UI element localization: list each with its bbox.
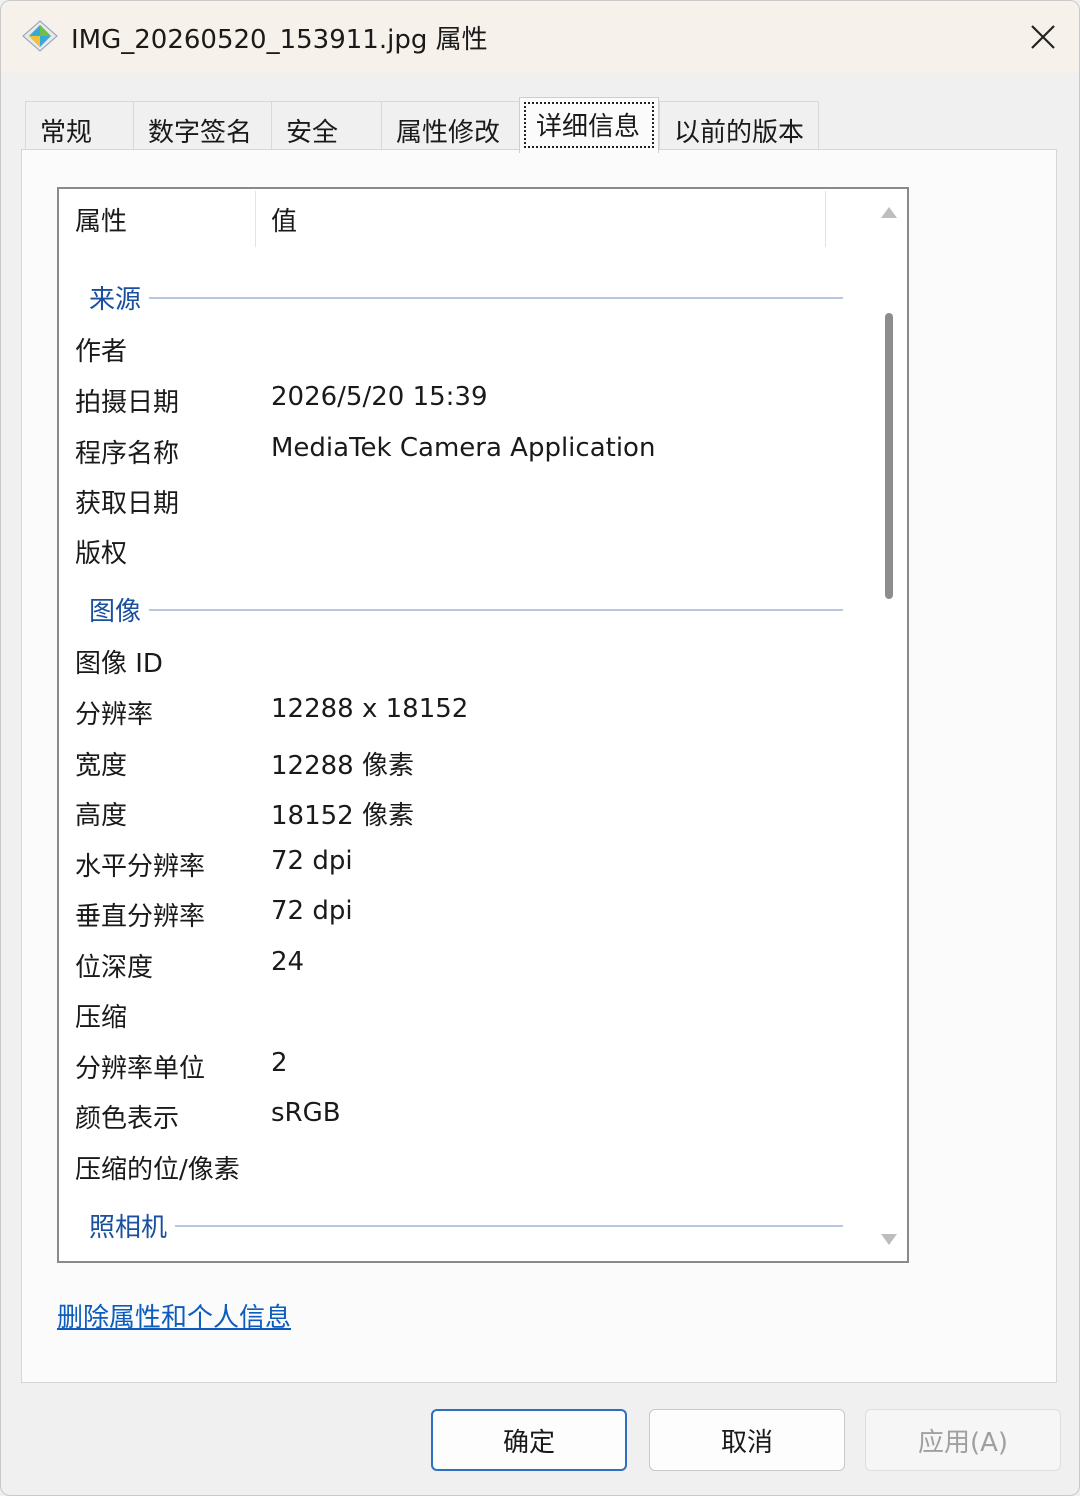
list-item[interactable]: 获取日期 <box>59 475 879 525</box>
vertical-scrollbar[interactable] <box>871 189 907 1261</box>
column-header-value[interactable]: 值 <box>271 201 297 238</box>
group-header-image[interactable]: 图像 <box>59 591 879 631</box>
list-item[interactable]: 分辨率单位 2 <box>59 1040 879 1090</box>
ok-button[interactable]: 确定 <box>431 1409 627 1471</box>
list-item[interactable]: 图像 ID <box>59 635 879 685</box>
list-item[interactable]: 压缩的位/像素 <box>59 1141 879 1191</box>
tab-details-label: 详细信息 <box>524 102 654 148</box>
apply-button[interactable]: 应用(A) <box>865 1409 1061 1471</box>
scroll-up-arrow-icon[interactable] <box>879 203 899 223</box>
list-item[interactable]: 压缩 <box>59 989 879 1039</box>
list-item[interactable]: 颜色表示 sRGB <box>59 1090 879 1140</box>
remove-properties-link[interactable]: 删除属性和个人信息 <box>57 1297 291 1334</box>
group-header-camera[interactable]: 照相机 <box>59 1207 879 1247</box>
window-title: IMG_20260520_153911.jpg 属性 <box>71 25 488 55</box>
scroll-down-arrow-icon[interactable] <box>879 1229 899 1249</box>
list-item[interactable]: 分辨率 12288 x 18152 <box>59 686 879 736</box>
list-item[interactable]: 宽度 12288 像素 <box>59 737 879 787</box>
tab-previous-versions[interactable]: 以前的版本 <box>659 101 819 151</box>
list-item[interactable]: 位深度 24 <box>59 939 879 989</box>
properties-dialog: IMG_20260520_153911.jpg 属性 常规 数字签名 安全 属性… <box>0 0 1080 1496</box>
group-divider <box>89 297 843 299</box>
tab-details[interactable]: 详细信息 <box>519 97 659 153</box>
list-item[interactable]: 作者 <box>59 323 879 373</box>
tab-property-edit[interactable]: 属性修改 <box>381 101 521 151</box>
scrollbar-thumb[interactable] <box>885 313 893 599</box>
tab-digital-signature[interactable]: 数字签名 <box>133 101 273 151</box>
group-header-source[interactable]: 来源 <box>59 279 879 319</box>
tab-security[interactable]: 安全 <box>271 101 383 151</box>
image-file-icon <box>22 20 58 52</box>
close-button[interactable] <box>1011 9 1075 65</box>
group-divider <box>89 609 843 611</box>
column-header-property[interactable]: 属性 <box>75 201 127 238</box>
list-item[interactable]: 高度 18152 像素 <box>59 787 879 837</box>
tab-general[interactable]: 常规 <box>25 101 135 151</box>
group-divider <box>89 1225 843 1227</box>
cancel-button[interactable]: 取消 <box>649 1409 845 1471</box>
property-list[interactable]: 属性 值 来源 作者 拍摄日期 2026/5/20 15:39 程序名称 Media… <box>57 187 909 1263</box>
list-item[interactable]: 拍摄日期 2026/5/20 15:39 <box>59 374 879 424</box>
list-item[interactable]: 版权 <box>59 525 879 575</box>
list-item[interactable]: 垂直分辨率 72 dpi <box>59 888 879 938</box>
tab-strip: 常规 数字签名 安全 属性修改 详细信息 以前的版本 <box>23 97 1063 153</box>
list-header: 属性 值 <box>59 189 879 247</box>
column-separator[interactable] <box>825 191 826 247</box>
list-item[interactable]: 程序名称 MediaTek Camera Application <box>59 425 879 475</box>
close-icon <box>1031 25 1055 49</box>
title-bar: IMG_20260520_153911.jpg 属性 <box>1 1 1079 73</box>
list-item[interactable]: 水平分辨率 72 dpi <box>59 838 879 888</box>
column-separator[interactable] <box>255 191 256 247</box>
